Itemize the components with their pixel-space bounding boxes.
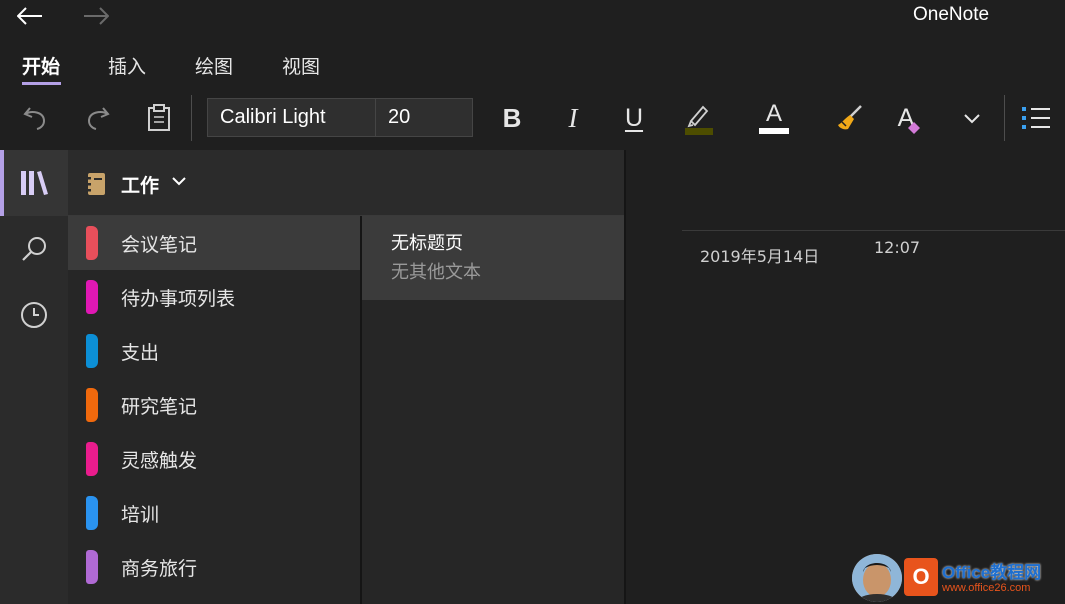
bullet-list-icon: [1021, 105, 1051, 131]
avatar: [852, 554, 902, 602]
chevron-down-icon: [172, 176, 186, 186]
notebook-icon: [86, 172, 106, 196]
rail-recent[interactable]: [0, 282, 68, 348]
clipboard-icon: [147, 104, 171, 132]
watermark-brand: Office教程网: [942, 558, 1041, 583]
office-logo: O: [904, 558, 938, 596]
section-item[interactable]: 待办事项列表: [68, 270, 360, 324]
section-item[interactable]: 会议笔记: [68, 216, 360, 270]
page-title-underline: [682, 230, 1065, 231]
ribbon-toolbar: Calibri Light 20 B I U A A: [0, 88, 1065, 148]
toolbar-separator: [1004, 95, 1005, 141]
page-preview: 无其他文本: [391, 258, 481, 284]
more-options-button[interactable]: [952, 98, 992, 138]
note-canvas[interactable]: 2019年5月14日 12:07: [626, 150, 1065, 604]
back-button[interactable]: [16, 4, 44, 28]
rail-notebooks[interactable]: [0, 150, 68, 216]
highlight-button[interactable]: [677, 98, 717, 138]
section-label: 会议笔记: [121, 230, 197, 257]
chevron-down-icon: [963, 112, 981, 124]
section-label: 商务旅行: [121, 554, 197, 581]
toolbar-separator: [191, 95, 192, 141]
undo-button[interactable]: [16, 98, 56, 138]
section-label: 待办事项列表: [121, 284, 235, 311]
section-color-tab: [86, 334, 98, 368]
font-color-glyph: A: [766, 102, 782, 126]
search-icon: [20, 235, 48, 263]
note-date: 2019年5月14日: [700, 243, 819, 267]
notebook-header[interactable]: 工作: [68, 150, 624, 216]
section-item[interactable]: 灵感触发: [68, 432, 360, 486]
page-title: 无标题页: [391, 229, 463, 255]
font-color-button[interactable]: A: [754, 98, 794, 138]
rail-search[interactable]: [0, 216, 68, 282]
clock-icon: [19, 300, 49, 330]
tab-home[interactable]: 开始: [22, 52, 60, 79]
section-label: 灵感触发: [121, 446, 197, 473]
section-label: 培训: [121, 500, 159, 527]
nav-rail: [0, 150, 68, 604]
section-item[interactable]: 培训: [68, 486, 360, 540]
notebook-name: 工作: [121, 171, 159, 198]
font-name-box[interactable]: Calibri Light: [207, 98, 376, 137]
page-item[interactable]: 无标题页 无其他文本: [362, 216, 624, 300]
section-item[interactable]: 支出: [68, 324, 360, 378]
section-color-tab: [86, 226, 98, 260]
tab-view[interactable]: 视图: [282, 52, 320, 79]
paintbrush-icon: [835, 103, 865, 133]
section-item[interactable]: 商务旅行: [68, 540, 360, 594]
section-label: 研究笔记: [121, 392, 197, 419]
section-color-tab: [86, 442, 98, 476]
undo-icon: [22, 104, 50, 132]
arrow-left-icon: [17, 7, 43, 25]
section-color-tab: [86, 280, 98, 314]
highlighter-icon: [681, 101, 713, 135]
font-size-box[interactable]: 20: [375, 98, 473, 137]
section-item[interactable]: 研究笔记: [68, 378, 360, 432]
eraser-icon: [906, 118, 922, 134]
section-color-tab: [86, 388, 98, 422]
bold-button[interactable]: B: [492, 98, 532, 138]
clear-formatting-button[interactable]: A: [890, 98, 930, 138]
italic-button[interactable]: I: [553, 98, 593, 138]
watermark: O Office教程网 www.office26.com: [852, 552, 1065, 604]
ribbon-tabs: 开始 插入 绘图 视图: [0, 44, 1065, 88]
app-title: OneNote: [913, 4, 989, 26]
notebooks-icon: [19, 170, 49, 196]
redo-button[interactable]: [77, 98, 117, 138]
section-color-tab: [86, 496, 98, 530]
section-label: 支出: [121, 338, 159, 365]
arrow-right-icon: [83, 7, 109, 25]
redo-icon: [83, 104, 111, 132]
font-color-swatch: [759, 128, 789, 134]
forward-button[interactable]: [82, 4, 110, 28]
note-time: 12:07: [874, 238, 920, 257]
underline-button[interactable]: U: [614, 98, 654, 138]
paste-button[interactable]: [139, 98, 179, 138]
tab-draw[interactable]: 绘图: [195, 52, 233, 79]
rail-active-indicator: [0, 150, 4, 216]
watermark-url: www.office26.com: [942, 582, 1030, 594]
section-list: 会议笔记 待办事项列表 支出 研究笔记 灵感触发 培训 商务旅行: [68, 216, 360, 604]
tab-insert[interactable]: 插入: [108, 52, 146, 79]
title-bar: OneNote: [0, 0, 1065, 36]
section-color-tab: [86, 550, 98, 584]
active-tab-indicator: [22, 82, 61, 85]
bullets-button[interactable]: [1016, 98, 1056, 138]
page-list: 无标题页 无其他文本: [362, 216, 624, 604]
format-painter-button[interactable]: [830, 98, 870, 138]
